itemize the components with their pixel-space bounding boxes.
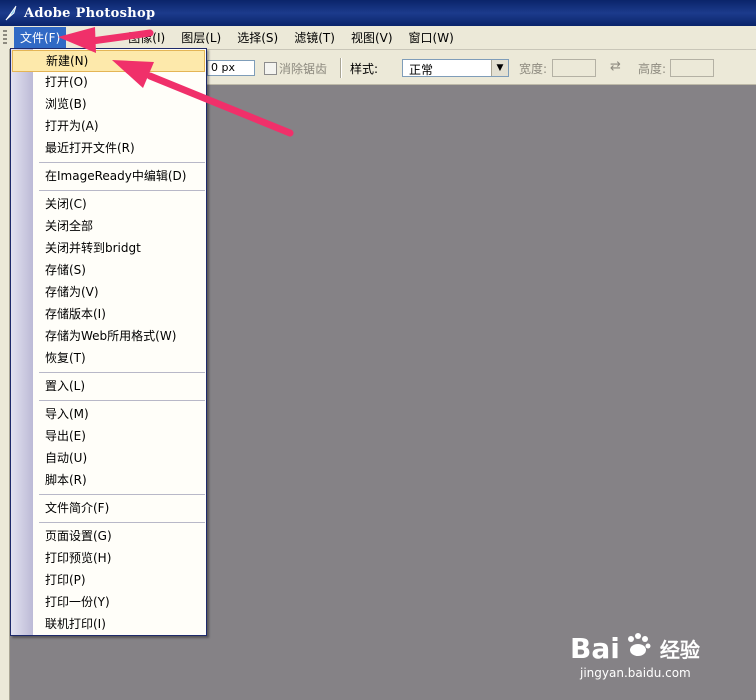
menu-item-open[interactable]: 打开(O) <box>12 71 205 93</box>
menu-item-print-online[interactable]: 联机打印(I) <box>12 613 205 635</box>
menu-view[interactable]: 视图(V) <box>345 27 399 48</box>
watermark-logo: Bai 经验 <box>570 630 700 667</box>
menu-item-export[interactable]: 导出(E) <box>12 425 205 447</box>
menu-filter[interactable]: 滤镜(T) <box>288 27 341 48</box>
baidu-watermark: Bai 经验 jingyan.baidu.com <box>570 630 720 688</box>
menu-separator <box>39 400 205 401</box>
menu-select[interactable]: 选择(S) <box>231 27 284 48</box>
menu-window[interactable]: 窗口(W) <box>403 27 460 48</box>
width-input[interactable] <box>552 59 596 77</box>
menu-separator <box>39 190 205 191</box>
watermark-brand-left: Bai <box>570 632 620 665</box>
menu-layer[interactable]: 图层(L) <box>175 27 227 48</box>
menu-item-edit-imageready[interactable]: 在ImageReady中编辑(D) <box>12 165 205 187</box>
menu-item-file-info[interactable]: 文件简介(F) <box>12 497 205 519</box>
menu-item-scripts[interactable]: 脚本(R) <box>12 469 205 491</box>
menu-item-open-as[interactable]: 打开为(A) <box>12 115 205 137</box>
style-select-value: 正常 <box>409 63 434 77</box>
menu-separator <box>39 522 205 523</box>
window-title: Adobe Photoshop <box>24 5 156 21</box>
menu-image[interactable]: 图像(I) <box>122 27 171 48</box>
toolbox-edge <box>0 49 10 700</box>
menu-item-print-preview[interactable]: 打印预览(H) <box>12 547 205 569</box>
paw-icon <box>623 630 653 667</box>
title-bar: Adobe Photoshop <box>0 0 756 26</box>
menu-item-save-version[interactable]: 存储版本(I) <box>12 303 205 325</box>
menu-item-close-go-bridge[interactable]: 关闭并转到bridgt <box>12 237 205 259</box>
style-select[interactable]: 正常 ▼ <box>402 59 509 77</box>
menu-item-print-one-copy[interactable]: 打印一份(Y) <box>12 591 205 613</box>
watermark-brand-right: 经验 <box>659 638 700 662</box>
menu-item-save[interactable]: 存储(S) <box>12 259 205 281</box>
menu-item-recent[interactable]: 最近打开文件(R) <box>12 137 205 159</box>
options-separator <box>340 58 341 78</box>
swap-icon[interactable]: ⇄ <box>610 59 621 74</box>
height-label: 高度: <box>638 62 667 76</box>
height-input[interactable] <box>670 59 714 77</box>
antialias-label: 消除锯齿 <box>279 62 328 76</box>
file-menu-dropdown: 新建(N) 打开(O) 浏览(B) 打开为(A) 最近打开文件(R) 在Imag… <box>10 48 207 636</box>
menu-separator <box>39 372 205 373</box>
feather-input[interactable]: 0 px <box>207 60 255 76</box>
menu-item-save-as[interactable]: 存储为(V) <box>12 281 205 303</box>
menu-item-print[interactable]: 打印(P) <box>12 569 205 591</box>
menu-item-browse[interactable]: 浏览(B) <box>12 93 205 115</box>
menu-item-revert[interactable]: 恢复(T) <box>12 347 205 369</box>
menu-item-close-all[interactable]: 关闭全部 <box>12 215 205 237</box>
photoshop-feather-icon <box>3 4 19 22</box>
chevron-down-icon[interactable]: ▼ <box>491 60 508 76</box>
menubar-grip[interactable] <box>3 30 7 45</box>
menu-item-close[interactable]: 关闭(C) <box>12 193 205 215</box>
width-label: 宽度: <box>519 62 548 76</box>
antialias-checkbox[interactable] <box>264 62 277 75</box>
menu-item-save-for-web[interactable]: 存储为Web所用格式(W) <box>12 325 205 347</box>
menu-separator <box>39 494 205 495</box>
menu-separator <box>39 162 205 163</box>
menu-file[interactable]: 文件(F) <box>14 27 67 48</box>
watermark-url: jingyan.baidu.com <box>580 666 691 680</box>
menu-item-automate[interactable]: 自动(U) <box>12 447 205 469</box>
menu-item-place[interactable]: 置入(L) <box>12 375 205 397</box>
menu-item-import[interactable]: 导入(M) <box>12 403 205 425</box>
menu-item-page-setup[interactable]: 页面设置(G) <box>12 525 205 547</box>
menu-item-new[interactable]: 新建(N) <box>12 50 205 72</box>
style-label: 样式: <box>350 62 379 76</box>
menu-bar: 文件(F) 图像(I) 图层(L) 选择(S) 滤镜(T) 视图(V) 窗口(W… <box>0 26 756 50</box>
